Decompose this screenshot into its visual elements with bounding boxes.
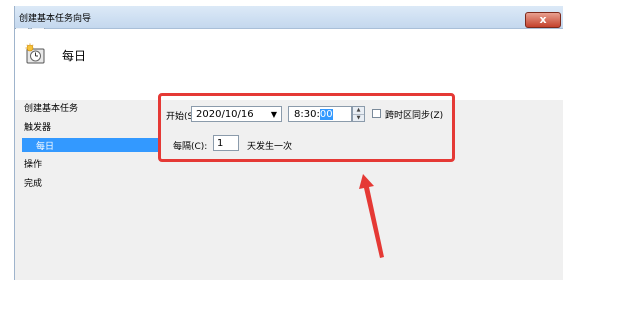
annotation-arrow	[359, 174, 384, 258]
